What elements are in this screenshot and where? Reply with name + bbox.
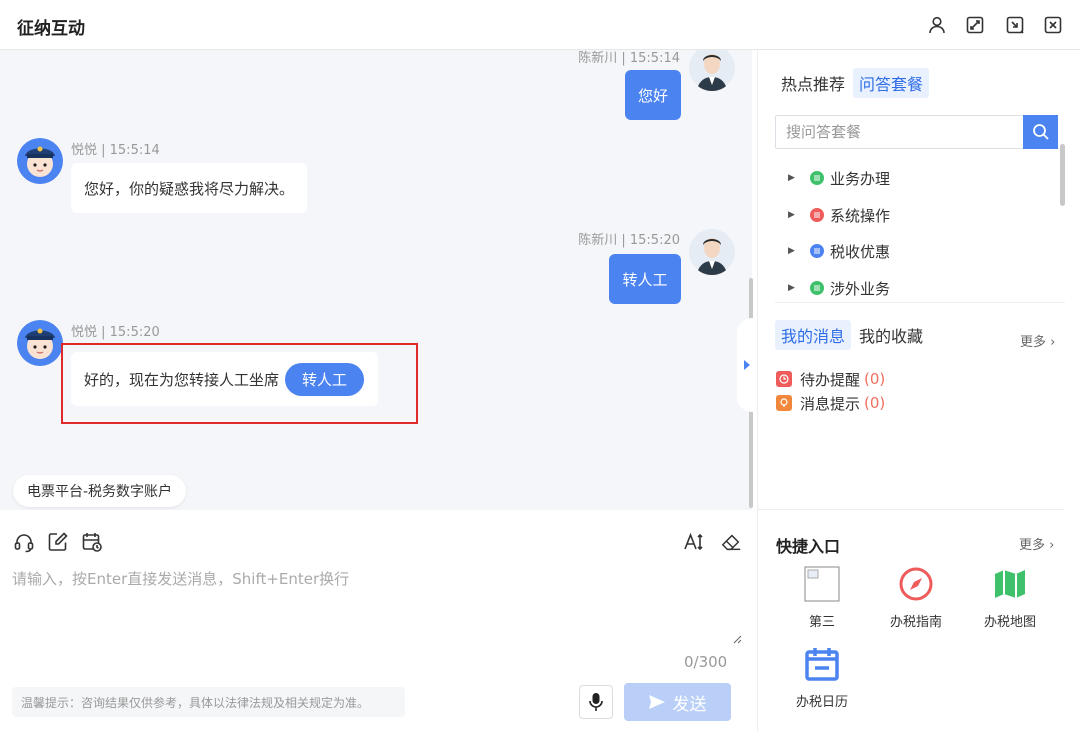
clock-icon [776,371,792,387]
send-label: 发送 [672,694,707,715]
category-icon [810,208,824,222]
tree-item-label: 系统操作 [830,206,891,225]
caret-right-icon: ▶ [788,283,795,293]
tree-item-system[interactable]: ▶ 系统操作 [788,202,890,228]
messages-more-link[interactable]: 更多 › [1020,331,1055,350]
quick-entry-tax-map[interactable]: 办税地图 [970,566,1050,630]
quick-entry-label: 办税日历 [795,695,848,710]
search-icon [1032,124,1049,140]
bot-avatar [17,138,63,184]
title-bar: 征纳互动 [0,0,1080,50]
message-meta: 悦悦 | 15:5:20 [71,325,160,340]
message-meta: 陈新川 | 15:5:20 [578,233,680,248]
calendar-clock-icon[interactable] [80,530,104,554]
send-icon [648,695,665,709]
font-size-icon[interactable] [682,530,706,554]
quick-entry-label: 第三 [808,615,835,630]
notice-count: (0) [864,394,886,412]
bot-message-bubble: 您好，你的疑惑我将尽力解决。 [71,163,308,213]
category-icon [810,171,824,185]
calendar-icon [804,646,840,682]
char-counter: 0/300 [684,653,728,671]
edit-icon[interactable] [46,530,70,554]
quick-entry-tax-calendar[interactable]: 办税日历 [782,646,862,710]
tree-item-foreign[interactable]: ▶ 涉外业务 [788,275,890,301]
quick-entry-third[interactable]: 第三 [782,566,862,630]
composer: 0/300 温馨提示：咨询结果仅供参考，具体以法律法规及相关规定为准。 发送 [0,510,757,731]
broken-image-icon [804,566,840,602]
tree-item-label: 税收优惠 [830,242,891,261]
quick-entry-tax-guide[interactable]: 办税指南 [876,566,956,630]
user-message-bubble: 您好 [625,70,681,120]
tab-hot-recommend[interactable]: 热点推荐 [775,68,851,98]
search-button[interactable] [1023,115,1058,149]
chat-area: 陈新川 | 15:5:14 您好 悦悦 | 15:5:14 您好，你的疑惑我将尽… [0,50,752,510]
right-sidebar: 热点推荐 问答套餐 ▶ 业务办理 ▶ 系统操作 ▶ 税收优惠 ▶ 涉外业务 我的… [757,50,1080,731]
bot-avatar [17,320,63,366]
user-avatar [689,50,735,91]
divider [758,509,1064,510]
send-button[interactable]: 发送 [624,683,731,721]
notice-count: (0) [864,370,886,388]
bulb-icon [776,395,792,411]
disclaimer-tip: 温馨提示：咨询结果仅供参考，具体以法律法规及相关规定为准。 [12,687,405,717]
tree-item-business[interactable]: ▶ 业务办理 [788,165,890,191]
notice-label: 消息提示 [800,394,861,413]
user-avatar [689,229,735,275]
quick-more-link[interactable]: 更多 › [1019,534,1054,553]
quick-entry-label: 办税指南 [889,615,942,630]
user-icon[interactable] [925,13,949,37]
microphone-icon [589,693,603,711]
user-message-bubble: 转人工 [609,254,681,304]
map-icon [992,566,1028,602]
notice-label: 待办提醒 [800,370,861,389]
quick-entry-label: 办税地图 [983,615,1036,630]
tree-item-label: 业务办理 [830,169,891,188]
resize-grip-icon[interactable] [732,634,742,644]
tree-item-label: 涉外业务 [830,279,891,298]
caret-right-icon [744,360,750,370]
qa-search-input[interactable] [776,116,1023,148]
tab-my-favorites[interactable]: 我的收藏 [853,320,929,350]
highlight-annotation [61,343,418,424]
more-label: 更多 [1019,538,1046,553]
caret-right-icon: ▶ [788,246,795,256]
tab-my-messages[interactable]: 我的消息 [775,320,852,350]
quick-entry-title: 快捷入口 [776,537,841,556]
close-icon[interactable] [1041,13,1065,37]
tree-scrollbar[interactable] [1060,144,1065,206]
category-icon [810,244,824,258]
qa-search [775,115,1058,149]
tab-qa-package[interactable]: 问答套餐 [853,68,930,98]
app-title: 征纳互动 [17,19,85,39]
source-chip[interactable]: 电票平台-税务数字账户 [13,475,187,507]
headset-icon[interactable] [12,530,36,554]
microphone-button[interactable] [579,685,613,719]
maximize-icon[interactable] [963,13,987,37]
caret-right-icon: ▶ [788,210,795,220]
category-icon [810,281,824,295]
eraser-icon[interactable] [719,530,743,554]
divider [775,302,1065,303]
minimize-icon[interactable] [1003,13,1027,37]
caret-right-icon: ▶ [788,173,795,183]
message-meta: 陈新川 | 15:5:14 [578,51,680,66]
more-label: 更多 [1020,335,1047,350]
message-notice[interactable]: 消息提示 (0) [776,392,885,414]
compass-icon [898,566,934,602]
todo-reminder[interactable]: 待办提醒 (0) [776,368,885,390]
tree-item-tax-benefit[interactable]: ▶ 税收优惠 [788,238,890,264]
message-meta: 悦悦 | 15:5:14 [71,143,160,158]
message-input[interactable] [12,568,742,648]
